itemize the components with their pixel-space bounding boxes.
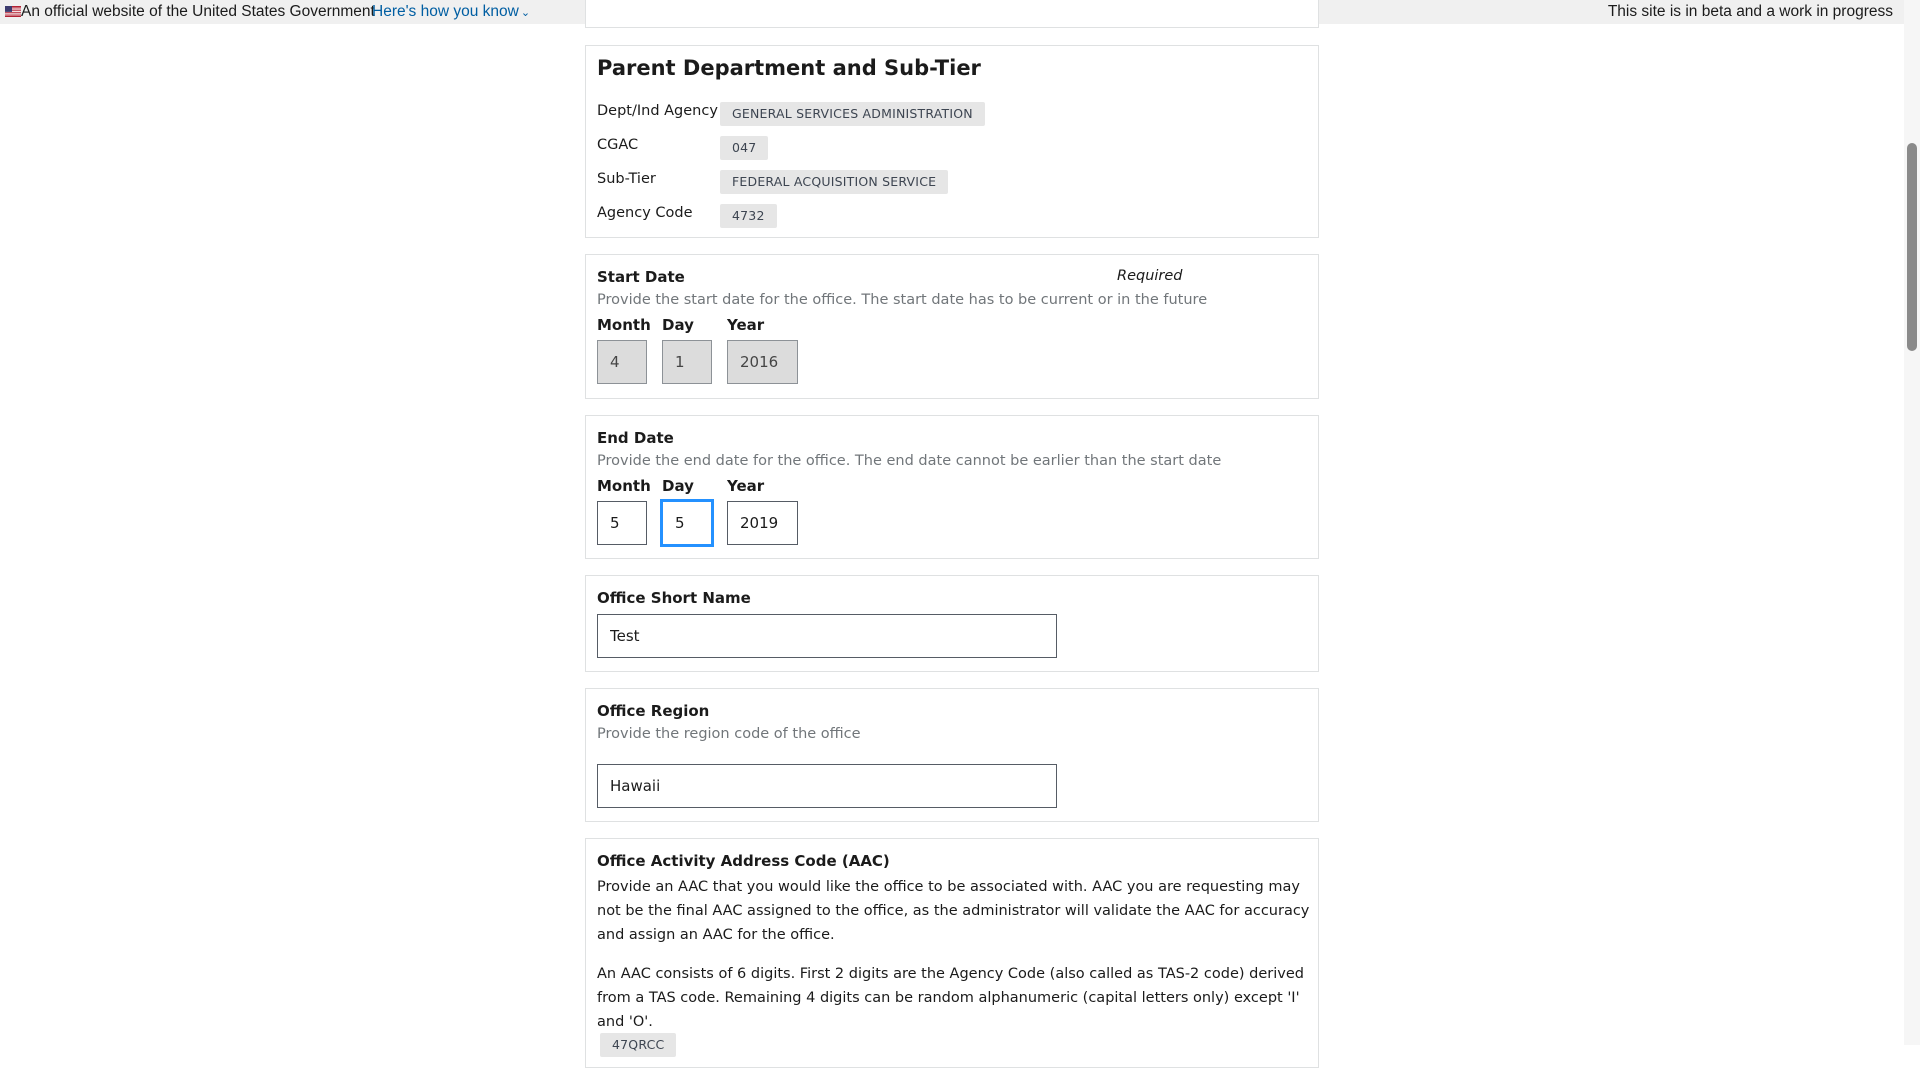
start-date-hint: Provide the start date for the office. T… bbox=[597, 292, 1208, 308]
agency-code-value: 4732 bbox=[720, 204, 777, 228]
end-day-label: Day bbox=[662, 477, 694, 495]
sub-tier-value: FEDERAL ACQUISITION SERVICE bbox=[720, 170, 949, 194]
required-indicator: Required bbox=[1117, 268, 1183, 284]
aac-format-description: An AAC consists of 6 digits. First 2 dig… bbox=[597, 966, 1304, 1030]
region-hint: Provide the region code of the office bbox=[597, 726, 861, 742]
aac-card: Office Activity Address Code (AAC) Provi… bbox=[585, 838, 1319, 1068]
short-name-input[interactable] bbox=[597, 614, 1057, 658]
end-month-label: Month bbox=[597, 477, 651, 495]
end-date-hint: Provide the end date for the office. The… bbox=[597, 453, 1222, 469]
parent-department-card: Parent Department and Sub-Tier Dept/Ind … bbox=[585, 45, 1319, 238]
section-title: Parent Department and Sub-Tier bbox=[597, 56, 981, 80]
region-input[interactable] bbox=[597, 764, 1057, 808]
agency-code-label: Agency Code bbox=[597, 205, 693, 221]
end-year-label: Year bbox=[727, 477, 765, 495]
us-flag-icon bbox=[5, 6, 21, 17]
start-date-card: Start Date Required Provide the start da… bbox=[585, 254, 1319, 399]
start-year-input[interactable] bbox=[727, 340, 798, 384]
aac-value: 47QRCC bbox=[600, 1033, 677, 1057]
start-date-title: Start Date bbox=[597, 268, 685, 286]
dept-agency-label: Dept/Ind Agency bbox=[597, 103, 718, 119]
end-month-input[interactable] bbox=[597, 501, 647, 545]
short-name-title: Office Short Name bbox=[597, 589, 751, 607]
end-date-card: End Date Provide the end date for the of… bbox=[585, 415, 1319, 559]
scrollbar-thumb[interactable] bbox=[1907, 143, 1917, 351]
page-scrollbar[interactable] bbox=[1904, 0, 1920, 1045]
official-website-text: An official website of the United States… bbox=[21, 3, 375, 20]
sub-tier-label: Sub-Tier bbox=[597, 171, 656, 187]
start-year-label: Year bbox=[727, 316, 765, 334]
chevron-down-icon: ⌄ bbox=[520, 7, 531, 19]
how-you-know-label: Here's how you know bbox=[372, 3, 519, 20]
aac-description: Provide an AAC that you would like the o… bbox=[597, 879, 1310, 943]
aac-title: Office Activity Address Code (AAC) bbox=[597, 852, 890, 870]
cgac-label: CGAC bbox=[597, 137, 639, 153]
end-year-input[interactable] bbox=[727, 501, 798, 545]
dept-agency-value: GENERAL SERVICES ADMINISTRATION bbox=[720, 102, 985, 126]
previous-section-card bbox=[585, 0, 1319, 28]
cgac-value: 047 bbox=[720, 136, 769, 160]
region-title: Office Region bbox=[597, 702, 710, 720]
end-day-input[interactable] bbox=[660, 499, 714, 547]
start-month-input[interactable] bbox=[597, 340, 647, 384]
short-name-card: Office Short Name bbox=[585, 575, 1319, 672]
end-date-title: End Date bbox=[597, 429, 674, 447]
start-day-input[interactable] bbox=[662, 340, 712, 384]
how-you-know-link[interactable]: Here's how you know ⌄ bbox=[372, 3, 530, 21]
beta-notice: This site is in beta and a work in progr… bbox=[1607, 3, 1893, 20]
region-card: Office Region Provide the region code of… bbox=[585, 688, 1319, 822]
start-day-label: Day bbox=[662, 316, 694, 334]
start-month-label: Month bbox=[597, 316, 651, 334]
